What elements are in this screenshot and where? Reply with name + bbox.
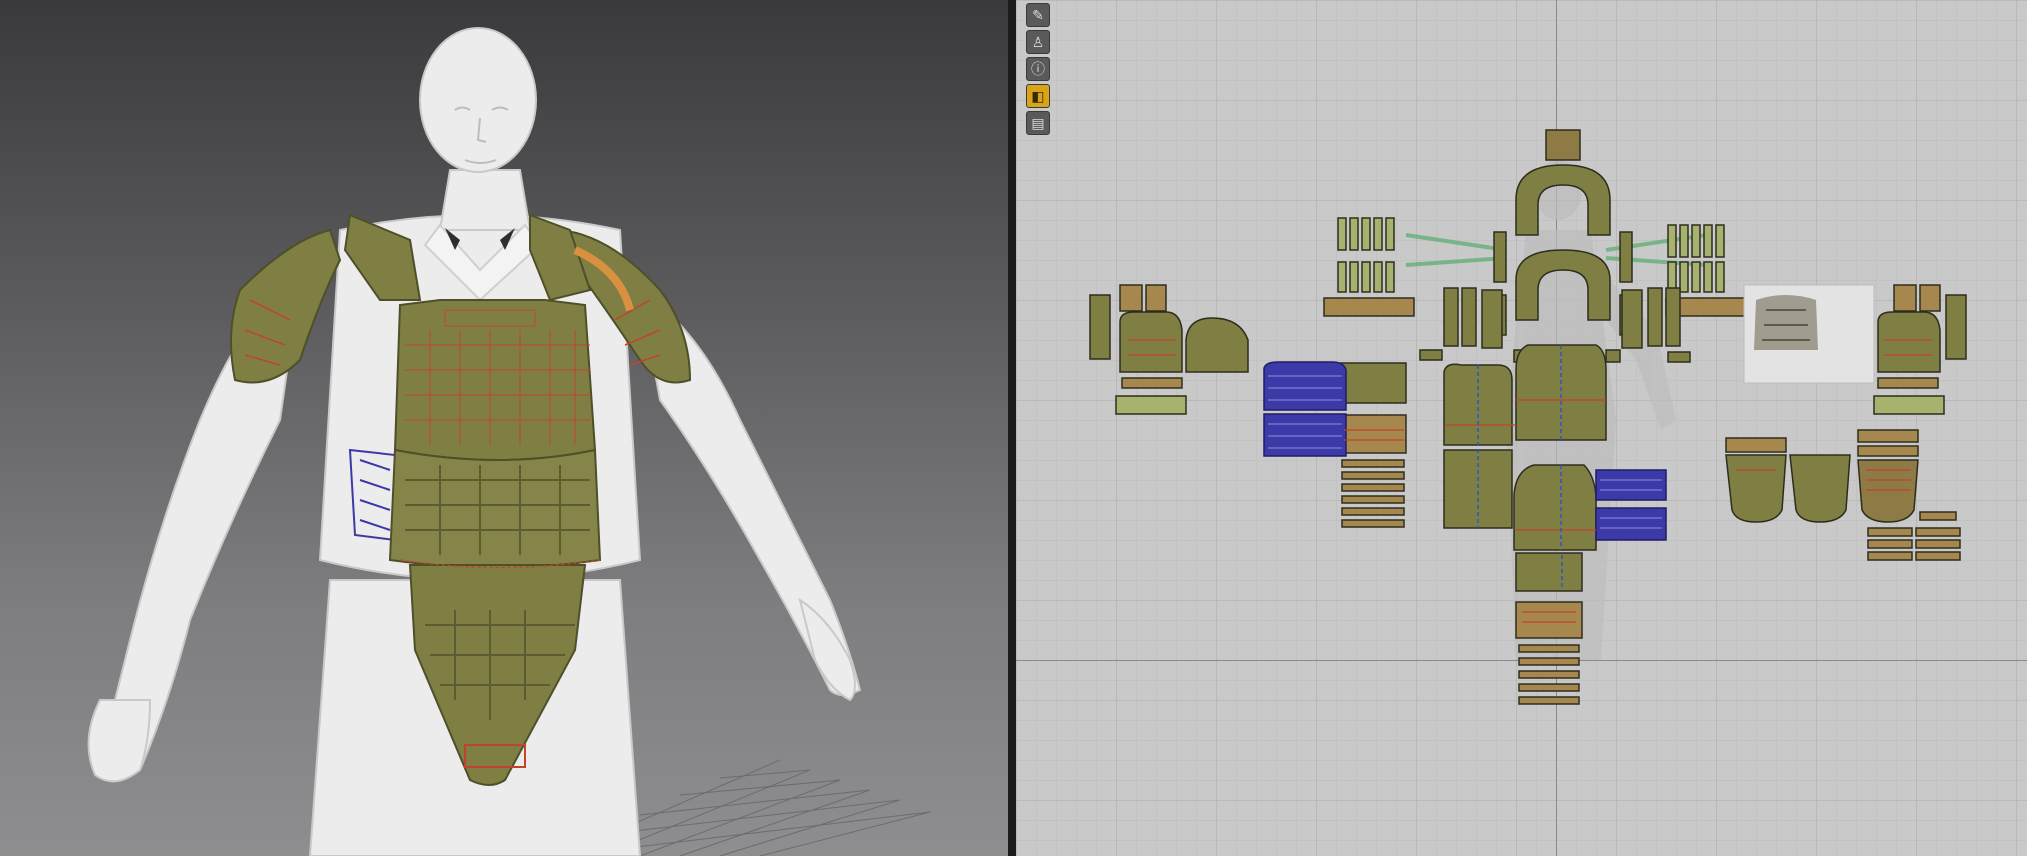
shirt-icon[interactable]: ♙ — [1026, 30, 1050, 54]
pattern-pieces — [1089, 129, 1967, 705]
pattern-layout — [1089, 129, 1967, 705]
lower-plate — [388, 448, 602, 569]
viewport-3d[interactable] — [0, 0, 1008, 856]
texture-icon[interactable]: ◧ — [1026, 84, 1050, 108]
pen-icon[interactable]: ✎ — [1026, 3, 1050, 27]
info-icon[interactable]: ⓘ — [1026, 57, 1050, 81]
avatar-scene — [87, 27, 931, 856]
front-plate — [393, 299, 597, 461]
texture-preview — [1743, 284, 1875, 384]
pattern-toolbar: ✎ ♙ ⓘ ◧ ▤ — [1024, 0, 1054, 140]
viewport-divider[interactable] — [1008, 0, 1016, 856]
garment-icon[interactable]: ▤ — [1026, 111, 1050, 135]
